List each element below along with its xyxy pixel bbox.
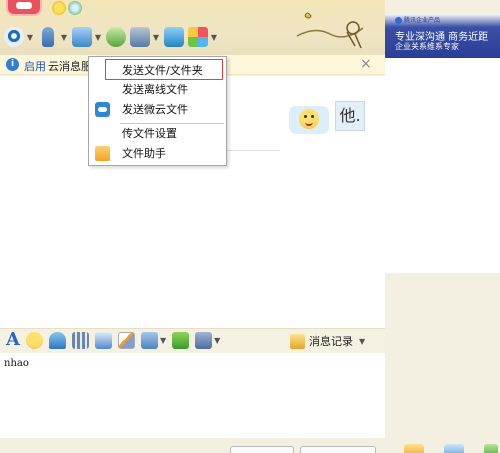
menu-item-label: 发送文件/文件夹 xyxy=(122,64,203,77)
chevron-down-icon[interactable]: ▼ xyxy=(26,33,34,42)
message-history-button[interactable]: 消息记录 ▼ xyxy=(290,333,365,349)
send-file-menu: 发送文件/文件夹 发送离线文件 发送微云文件 传文件设置 文件助手 xyxy=(88,56,227,166)
send-button[interactable] xyxy=(300,446,376,453)
top-banner: ▼ ▼ ▼ ▼ ▼ xyxy=(0,0,385,58)
bottom-bar xyxy=(0,438,500,453)
right-panel xyxy=(385,58,500,273)
share-icon xyxy=(164,27,184,47)
avatar[interactable]: 他. xyxy=(335,101,365,131)
chevron-down-icon[interactable]: ▼ xyxy=(210,33,218,42)
menu-item-label: 发送微云文件 xyxy=(122,103,188,116)
input-text: nhao xyxy=(4,358,29,369)
screenshot-icon[interactable] xyxy=(195,331,213,349)
notice-text: 云消息服 xyxy=(48,60,92,73)
qq-logo-icon[interactable] xyxy=(6,0,42,16)
chevron-down-icon[interactable]: ▼ xyxy=(214,336,220,345)
nudge-icon[interactable] xyxy=(48,331,66,349)
history-label: 消息记录 xyxy=(309,335,353,348)
menu-item-label: 发送离线文件 xyxy=(122,83,188,96)
menu-item-label: 传文件设置 xyxy=(122,127,177,140)
menu-item-file-assistant[interactable]: 文件助手 xyxy=(89,143,226,164)
chevron-down-icon[interactable]: ▼ xyxy=(60,33,68,42)
camera-icon xyxy=(4,27,24,47)
close-button[interactable] xyxy=(230,446,294,453)
menu-item-send-weiyun-file[interactable]: 发送微云文件 xyxy=(89,99,226,120)
decorative-illustration xyxy=(296,12,364,49)
edit-icon[interactable] xyxy=(117,331,135,349)
top-status-icons xyxy=(52,1,82,15)
enable-link[interactable]: 启用 xyxy=(24,58,46,74)
close-icon[interactable]: × xyxy=(360,56,372,72)
gem-icon[interactable] xyxy=(444,444,464,453)
chevron-down-icon[interactable]: ▼ xyxy=(152,33,160,42)
star-icon[interactable] xyxy=(52,1,66,15)
voice-call-button[interactable]: ▼ xyxy=(38,26,68,48)
ad-logo: 腾讯企业产品 xyxy=(395,15,440,24)
apps-button[interactable]: ▼ xyxy=(188,26,218,48)
send-file-button[interactable]: ▼ xyxy=(72,26,102,48)
ad-logo-text: 腾讯企业产品 xyxy=(404,17,441,24)
ad-subline: 企业关系维系专家 xyxy=(395,42,459,51)
apps-icon xyxy=(188,27,208,47)
monitor-icon xyxy=(130,27,150,47)
menu-item-file-settings[interactable]: 传文件设置 xyxy=(89,123,226,144)
input-toolbar: A ▼ ▼ 消息记录 ▼ xyxy=(0,328,385,353)
chat-toolbar: ▼ ▼ ▼ ▼ ▼ xyxy=(4,26,218,48)
info-icon: i xyxy=(6,58,19,71)
share-screen-button[interactable] xyxy=(164,26,184,48)
green-app-icon[interactable] xyxy=(484,444,498,453)
video-clip-icon[interactable] xyxy=(71,331,89,349)
weiyun-cloud-icon xyxy=(95,102,110,117)
chevron-down-icon[interactable]: ▼ xyxy=(94,33,102,42)
menu-item-send-file-folder[interactable]: 发送文件/文件夹 xyxy=(105,59,223,80)
diamond-icon[interactable] xyxy=(404,444,424,453)
right-panel-lower xyxy=(385,273,500,438)
history-icon xyxy=(290,333,305,349)
font-icon[interactable]: A xyxy=(6,331,20,349)
remote-desktop-button[interactable]: ▼ xyxy=(130,26,160,48)
file-transfer-icon xyxy=(72,27,92,47)
image-icon[interactable] xyxy=(140,331,158,349)
menu-item-send-offline-file[interactable]: 发送离线文件 xyxy=(89,79,226,100)
chevron-down-icon[interactable]: ▼ xyxy=(160,336,166,345)
chat-icon xyxy=(106,27,126,47)
file-icon[interactable] xyxy=(94,331,112,349)
folder-icon xyxy=(95,146,110,161)
message-input[interactable]: nhao xyxy=(0,353,385,438)
menu-item-label: 文件助手 xyxy=(122,147,166,160)
search-icon[interactable] xyxy=(68,1,82,15)
chevron-down-icon[interactable]: ▼ xyxy=(359,337,365,346)
video-call-button[interactable]: ▼ xyxy=(4,26,34,48)
message-button[interactable] xyxy=(106,26,126,48)
tencent-logo-icon xyxy=(395,17,402,24)
emoji-icon[interactable] xyxy=(25,331,43,349)
microphone-icon xyxy=(42,27,54,47)
music-icon[interactable] xyxy=(172,331,190,349)
smiley-emoji-icon xyxy=(299,109,319,129)
